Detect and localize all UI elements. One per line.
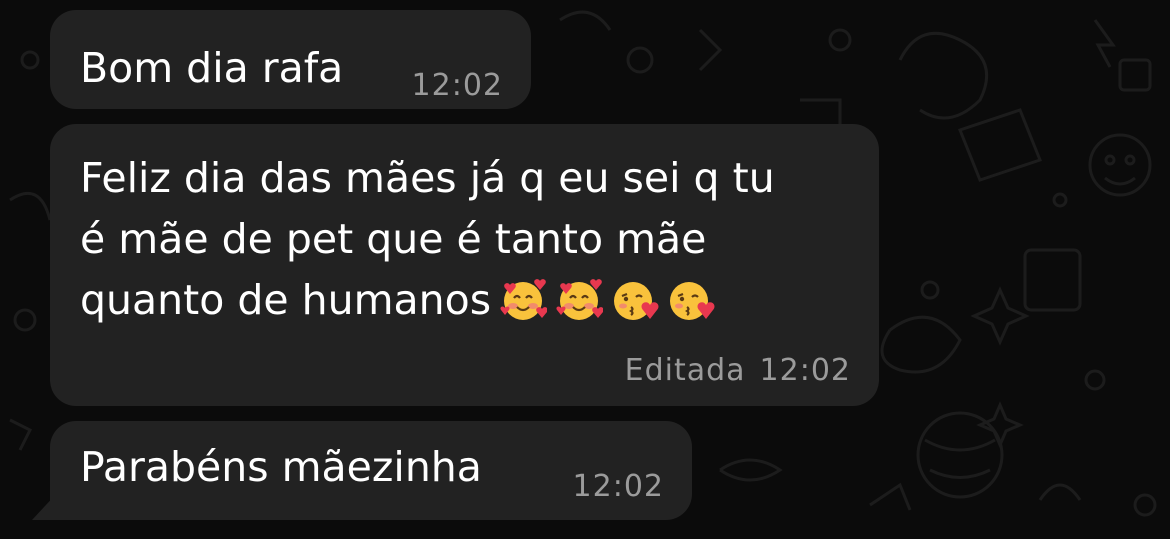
message-time: 12:02 xyxy=(759,353,851,388)
message-text-line: é mãe de pet que é tanto mãe xyxy=(80,215,707,263)
incoming-message-bubble[interactable]: Parabéns mãezinha 12:02 xyxy=(50,421,692,520)
face-blowing-kiss-icon xyxy=(611,276,659,324)
smiling-face-with-hearts-icon xyxy=(499,276,548,324)
message-time: 12:02 xyxy=(411,68,503,103)
message-time: 12:02 xyxy=(572,469,664,504)
message-text-line: Feliz dia das mães já q eu sei q tu xyxy=(80,154,775,202)
face-blowing-kiss-icon xyxy=(667,276,715,324)
message-meta: 12:02 xyxy=(573,469,664,504)
message-text: Parabéns mãezinha xyxy=(80,443,482,491)
message-text-line-with-emojis: quanto de humanos xyxy=(80,270,870,331)
message-meta: 12:02 xyxy=(412,68,503,103)
message-meta: Editada 12:02 xyxy=(625,353,851,388)
incoming-message-bubble[interactable]: Feliz dia das mães já q eu sei q tu é mã… xyxy=(50,124,879,406)
smiling-face-with-hearts-icon xyxy=(555,276,604,324)
bubble-tail xyxy=(32,492,58,520)
message-text: Bom dia rafa xyxy=(80,44,344,92)
message-text-line: quanto de humanos xyxy=(80,276,492,324)
edited-label: Editada xyxy=(624,353,746,388)
incoming-message-bubble[interactable]: Bom dia rafa 12:02 xyxy=(50,10,531,109)
message-text: Feliz dia das mães já q eu sei q tu é mã… xyxy=(80,148,870,331)
